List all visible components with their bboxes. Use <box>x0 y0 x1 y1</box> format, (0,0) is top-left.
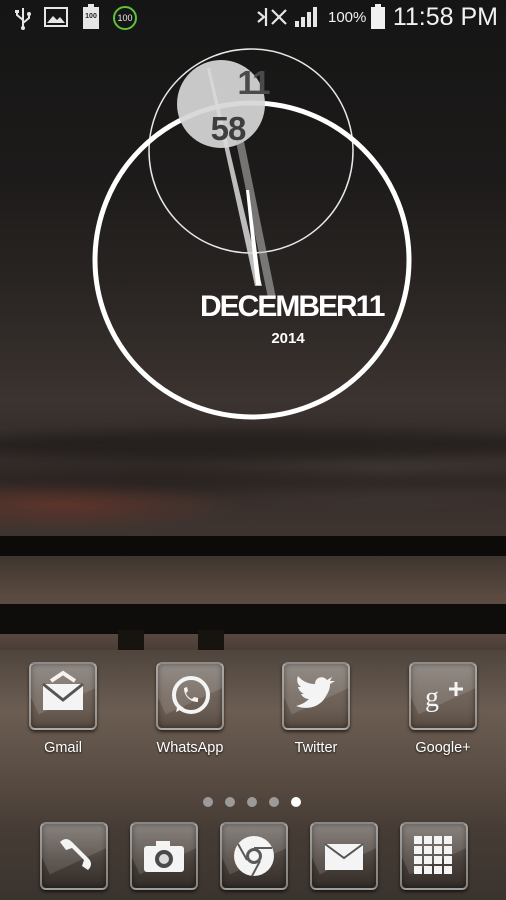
page-dot[interactable] <box>203 797 213 807</box>
svg-text:g: g <box>425 682 439 713</box>
dock-chrome[interactable] <box>220 822 288 890</box>
clock-minute: 58 <box>210 110 247 147</box>
clock-widget[interactable]: 11 58 DECEMBER11 2014 <box>0 0 506 430</box>
page-dot-active[interactable] <box>291 797 301 807</box>
app-label: Twitter <box>294 740 338 756</box>
app-gmail[interactable]: Gmail <box>13 662 113 756</box>
dock-phone[interactable] <box>40 822 108 890</box>
page-indicator[interactable] <box>203 797 307 809</box>
page-dot[interactable] <box>225 797 235 807</box>
app-label: Google+ <box>415 740 471 756</box>
dock-camera[interactable] <box>130 822 198 890</box>
phone-icon <box>40 822 108 890</box>
app-label: Gmail <box>44 740 82 756</box>
dock-email[interactable] <box>310 822 378 890</box>
app-whatsapp[interactable]: WhatsApp <box>140 662 240 756</box>
wallpaper-cloud <box>0 470 506 492</box>
page-dot[interactable] <box>269 797 279 807</box>
apps-grid-icon <box>400 822 468 890</box>
app-google-plus[interactable]: g Google+ <box>393 662 493 756</box>
app-label: WhatsApp <box>156 740 224 756</box>
email-icon <box>310 822 378 890</box>
chrome-icon <box>220 822 288 890</box>
camera-icon <box>130 822 198 890</box>
wallpaper-pier-rail <box>0 604 506 634</box>
clock-date: DECEMBER11 <box>200 290 385 323</box>
wallpaper-treeline <box>0 536 506 556</box>
dock-apps[interactable] <box>400 822 468 890</box>
wallpaper-cloud <box>0 430 506 460</box>
clock-hour: 11 <box>237 64 271 101</box>
clock-year: 2014 <box>271 330 305 347</box>
google-plus-icon: g <box>409 662 477 730</box>
whatsapp-icon <box>156 662 224 730</box>
gmail-icon <box>29 662 97 730</box>
app-twitter[interactable]: Twitter <box>266 662 366 756</box>
page-dot[interactable] <box>247 797 257 807</box>
apps-grid-graphic <box>414 836 452 874</box>
twitter-icon <box>282 662 350 730</box>
